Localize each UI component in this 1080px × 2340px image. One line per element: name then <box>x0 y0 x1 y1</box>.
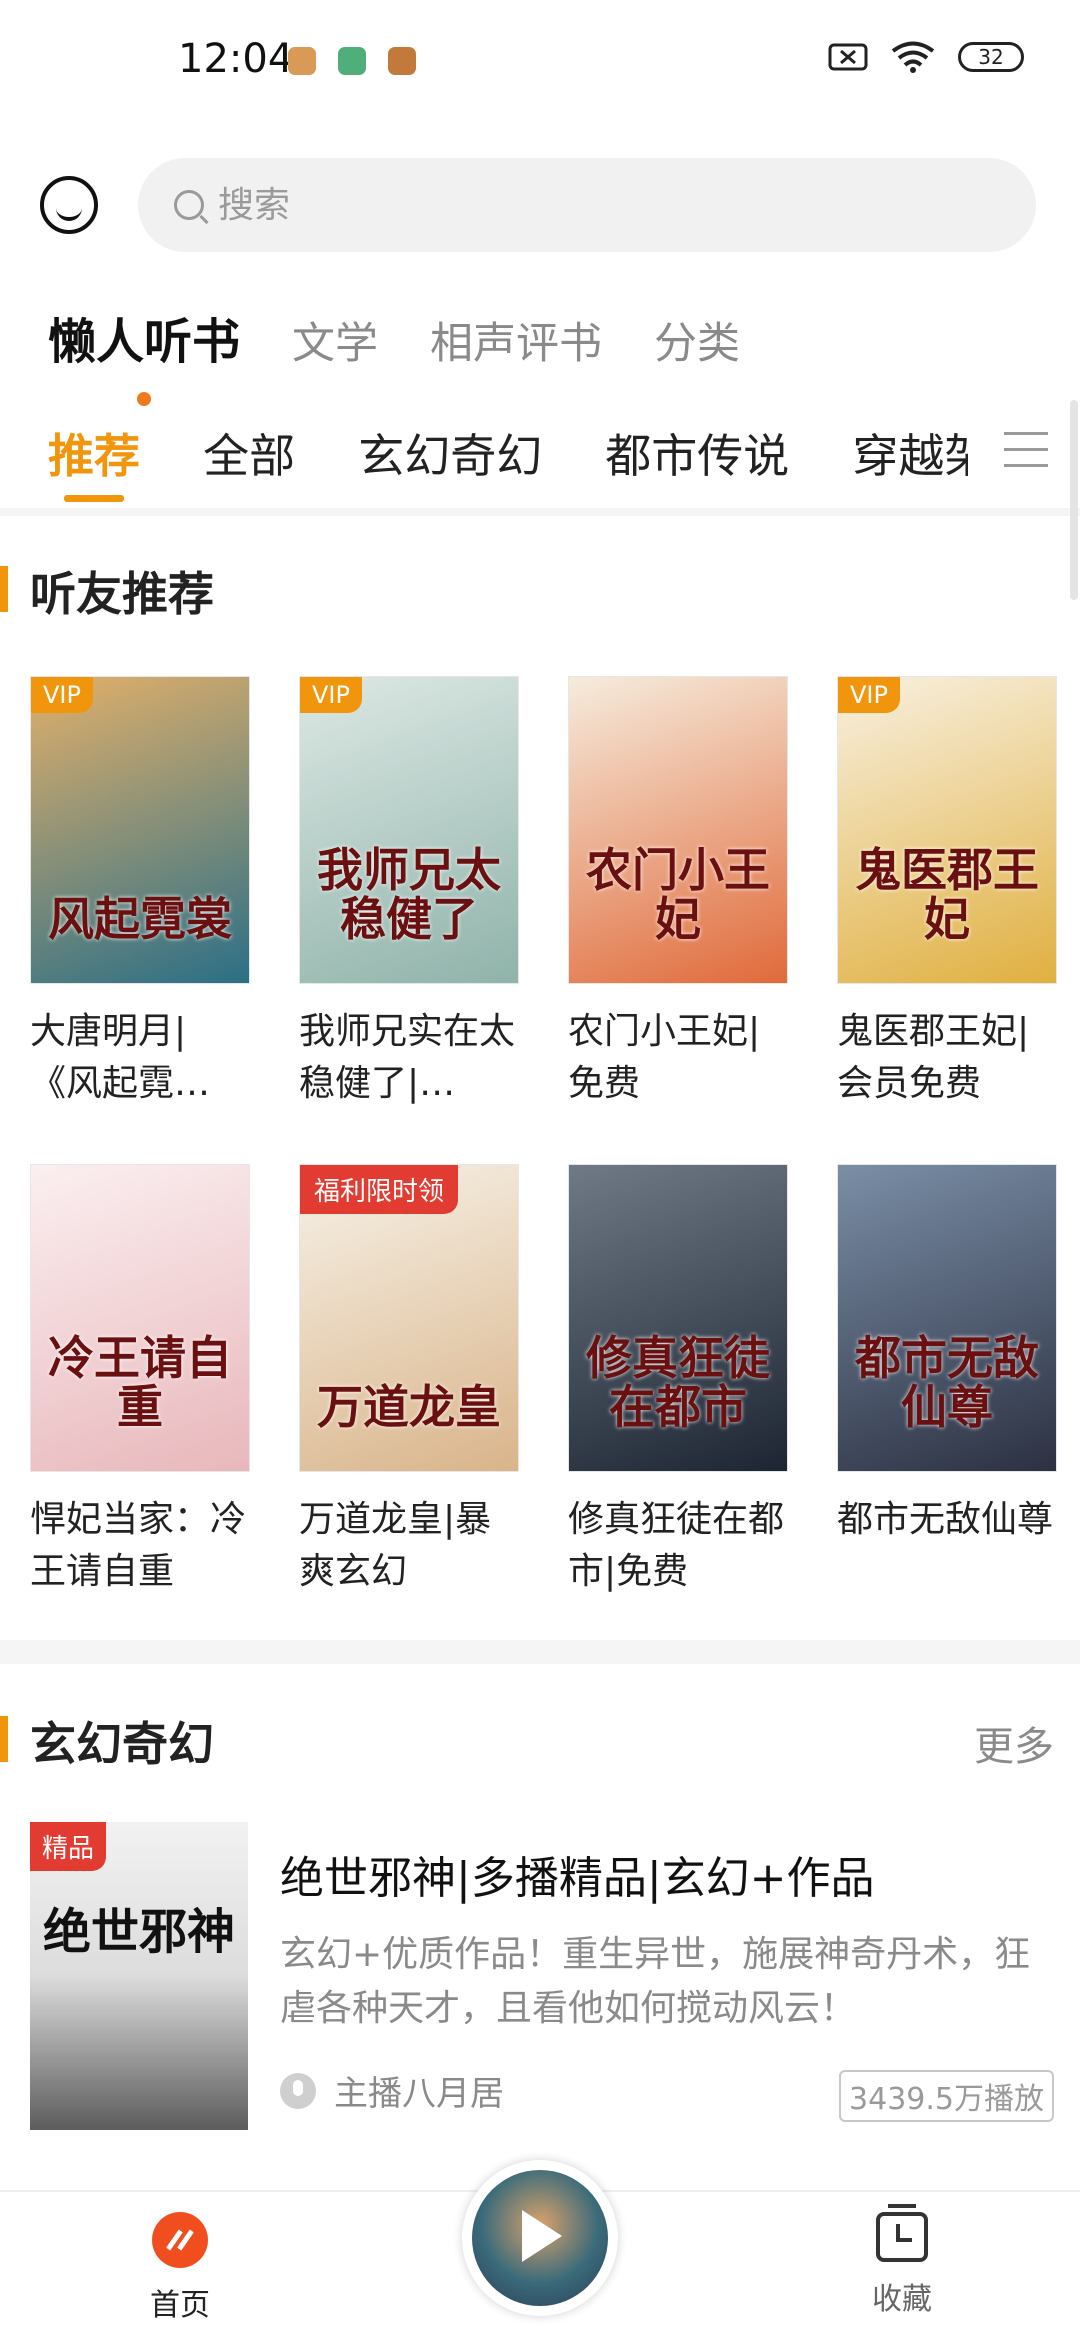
cover-title: 农门小王妃 <box>586 843 770 946</box>
section-accent-bar <box>0 566 8 612</box>
promo-badge: 福利限时领 <box>300 1165 459 1214</box>
book-cover[interactable]: 绝世邪神 精品 <box>30 1822 248 2130</box>
book-cover[interactable]: 鬼医郡王妃 VIP <box>837 676 1057 984</box>
book-cover[interactable]: 我师兄太稳健了 VIP <box>299 676 519 984</box>
book-card[interactable]: 冷王请自重悍妃当家：冷王请自重 <box>30 1164 250 1598</box>
narrator: 主播八月居 <box>280 2066 504 2115</box>
wifi-icon <box>891 41 935 73</box>
channel-tab-literature[interactable]: 文学 <box>292 309 378 371</box>
notification-app-icon <box>288 47 316 75</box>
home-icon <box>152 2212 208 2268</box>
vip-badge: VIP <box>300 677 362 713</box>
vip-badge: VIP <box>31 677 93 713</box>
cover-title: 万道龙皇 <box>317 1379 501 1434</box>
history-icon <box>876 2204 928 2262</box>
sim-off-icon <box>828 43 868 71</box>
book-title[interactable]: 鬼医郡王妃|会员免费 <box>837 1006 1057 1110</box>
book-cover[interactable]: 农门小王妃 <box>568 676 788 984</box>
book-description: 玄幻+优质作品！重生异世，施展神奇丹术，狂虐各种天才，且看他如何搅动风云！ <box>280 1934 1031 2029</box>
channel-tab-crosstalk[interactable]: 相声评书 <box>430 309 602 371</box>
channel-tab-categories[interactable]: 分类 <box>654 309 740 371</box>
section-header-recommend: 听友推荐 <box>0 558 1080 621</box>
category-tab-fantasy[interactable]: 玄幻奇幻 <box>358 420 542 486</box>
notification-app-icon <box>388 47 416 75</box>
book-card[interactable]: 我师兄太稳健了 VIP 我师兄实在太稳健了|… <box>299 676 519 1110</box>
cover-title: 我师兄太稳健了 <box>317 843 501 946</box>
section-accent-bar <box>0 1716 8 1762</box>
premium-badge: 精品 <box>30 1822 107 1871</box>
book-title[interactable]: 我师兄实在太稳健了|… <box>299 1006 519 1110</box>
channel-tab-lanren[interactable]: 懒人听书 <box>48 302 240 406</box>
menu-icon[interactable] <box>1004 432 1048 472</box>
search-input[interactable] <box>218 184 918 226</box>
book-card[interactable]: 鬼医郡王妃 VIP 鬼医郡王妃|会员免费 <box>837 676 1057 1110</box>
channel-tabs: 懒人听书 文学 相声评书 分类 <box>48 302 740 406</box>
nav-favorites-label: 收藏 <box>872 2282 932 2317</box>
vip-badge: VIP <box>838 677 900 713</box>
book-card[interactable]: 农门小王妃农门小王妃|免费 <box>568 676 788 1110</box>
cover-title: 绝世邪神 <box>42 1904 235 1960</box>
book-title[interactable]: 农门小王妃|免费 <box>568 1006 788 1110</box>
notification-app-icon <box>338 47 366 75</box>
book-cover[interactable]: 万道龙皇 福利限时领 <box>299 1164 519 1472</box>
narrator-name: 主播八月居 <box>334 2074 504 2114</box>
book-title[interactable]: 都市无敌仙尊 <box>837 1494 1057 1598</box>
nav-home[interactable]: 首页 <box>100 2212 260 2324</box>
battery-level: 32 <box>978 45 1004 69</box>
microphone-icon <box>280 2072 316 2109</box>
book-cover[interactable]: 冷王请自重 <box>30 1164 250 1472</box>
cover-title: 修真狂徒在都市 <box>586 1331 770 1434</box>
category-tab-all[interactable]: 全部 <box>203 420 295 486</box>
now-playing-button[interactable] <box>462 2160 618 2316</box>
section-header-fantasy: 玄幻奇幻 更多 <box>0 1708 1080 1771</box>
category-tab-time-travel[interactable]: 穿越架 <box>852 420 968 486</box>
play-count: 3439.5万播放 <box>839 2070 1054 2122</box>
book-title[interactable]: 修真狂徒在都市|免费 <box>568 1494 788 1598</box>
cover-title: 冷王请自重 <box>48 1331 232 1434</box>
cover-title: 风起霓裳 <box>48 891 232 946</box>
cover-title: 鬼医郡王妃 <box>855 843 1039 946</box>
profile-face-icon[interactable] <box>40 176 98 234</box>
section-title: 听友推荐 <box>30 567 214 621</box>
cover-title: 都市无敌仙尊 <box>855 1331 1039 1434</box>
book-cover[interactable]: 修真狂徒在都市 <box>568 1164 788 1472</box>
book-title[interactable]: 悍妃当家：冷王请自重 <box>30 1494 250 1598</box>
section-title: 玄幻奇幻 <box>30 1717 214 1771</box>
more-link[interactable]: 更多 <box>974 1714 1054 1772</box>
book-title[interactable]: 大唐明月|《风起霓… <box>30 1006 250 1110</box>
featured-book[interactable]: 绝世邪神 精品 绝世邪神|多播精品|玄幻+作品 玄幻+优质作品！重生异世，施展神… <box>30 1822 1054 2132</box>
clock: 12:04 <box>178 36 294 82</box>
book-cover[interactable]: 都市无敌仙尊 <box>837 1164 1057 1472</box>
book-title[interactable]: 绝世邪神|多播精品|玄幻+作品 <box>280 1842 875 1906</box>
status-bar: 12:04 32 <box>0 0 1080 120</box>
play-icon <box>522 2210 562 2262</box>
category-tab-recommend[interactable]: 推荐 <box>48 420 140 502</box>
search-icon <box>174 190 204 220</box>
book-card[interactable]: 万道龙皇 福利限时领万道龙皇|暴爽玄幻 <box>299 1164 519 1598</box>
search-bar[interactable] <box>138 158 1036 252</box>
book-cover[interactable]: 风起霓裳 VIP <box>30 676 250 984</box>
nav-favorites[interactable]: 收藏 <box>822 2204 982 2318</box>
battery-icon: 32 <box>958 42 1024 72</box>
category-tab-urban[interactable]: 都市传说 <box>605 420 789 486</box>
category-tabs: 推荐 全部 玄幻奇幻 都市传说 穿越架 <box>48 420 968 510</box>
divider <box>0 1640 1080 1664</box>
book-card[interactable]: 风起霓裳 VIP 大唐明月|《风起霓… <box>30 676 250 1110</box>
book-title[interactable]: 万道龙皇|暴爽玄幻 <box>299 1494 519 1598</box>
book-card[interactable]: 都市无敌仙尊 都市无敌仙尊 <box>837 1164 1057 1598</box>
nav-home-label: 首页 <box>150 2288 210 2323</box>
book-card[interactable]: 修真狂徒在都市 修真狂徒在都市|免费 <box>568 1164 788 1598</box>
divider <box>0 508 1080 516</box>
